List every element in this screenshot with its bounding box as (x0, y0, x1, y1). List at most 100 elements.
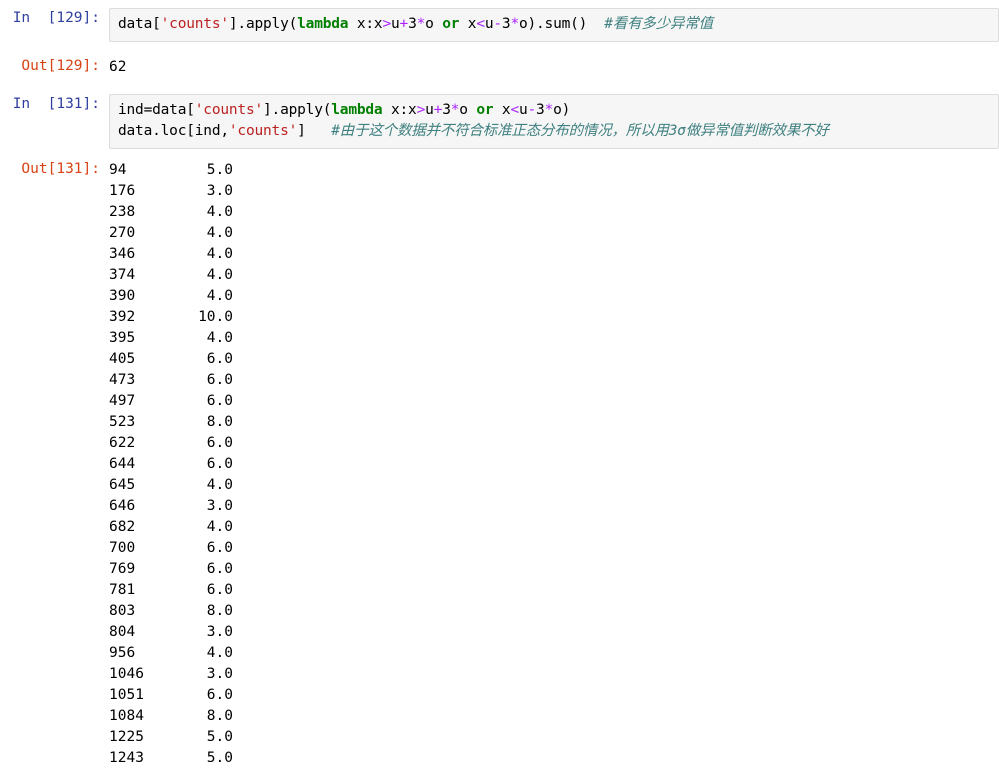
series-value: 6.0 (206, 582, 233, 598)
series-value: 8.0 (206, 414, 233, 430)
code-token-plain: 3 (536, 102, 545, 118)
series-value: 3.0 (206, 624, 233, 640)
code-token-plain: o).sum() (518, 16, 605, 32)
series-value: 5.0 (206, 729, 233, 745)
series-row: 497 6.0 (109, 391, 999, 412)
series-value: 6.0 (206, 393, 233, 409)
code-token-op: > (416, 102, 426, 118)
code-token-str: 'counts' (194, 102, 264, 118)
series-index: 1046 (109, 666, 144, 682)
code-token-op: * (544, 102, 554, 118)
output-area-129: 62 (109, 56, 999, 78)
code-line[interactable]: data.loc[ind,'counts'] #由于这个数据并不符合标准正态分布… (118, 121, 990, 142)
code-token-op: < (510, 102, 519, 118)
series-row: 804 3.0 (109, 622, 999, 643)
series-row: 803 8.0 (109, 601, 999, 622)
series-index: 395 (109, 330, 136, 346)
series-index: 405 (109, 351, 136, 367)
code-editor-129[interactable]: data['counts'].apply(lambda x:x>u+3*o or… (109, 8, 999, 42)
series-value: 3.0 (206, 498, 233, 514)
series-value: 4.0 (206, 288, 233, 304)
series-row: 1046 3.0 (109, 664, 999, 685)
series-index: 769 (109, 561, 136, 577)
code-token-plain: 3 (442, 102, 451, 118)
code-token-plain: ].apply( (263, 102, 332, 118)
code-cell-in-129[interactable]: In [129]: data['counts'].apply(lambda x:… (0, 8, 999, 42)
series-row: 1243 5.0 (109, 748, 999, 769)
series-index: 270 (109, 225, 136, 241)
series-row: 176 3.0 (109, 181, 999, 202)
series-row: 646 3.0 (109, 496, 999, 517)
code-token-kw: or (476, 102, 494, 118)
series-index: 176 (109, 183, 136, 199)
series-row: 395 4.0 (109, 328, 999, 349)
series-value: 6.0 (206, 561, 233, 577)
series-row: 392 10.0 (109, 307, 999, 328)
code-token-op: * (510, 16, 519, 32)
code-editor-131[interactable]: ind=data['counts'].apply(lambda x:x>u+3*… (109, 94, 999, 149)
series-index: 1084 (109, 708, 144, 724)
series-index: 781 (109, 582, 136, 598)
series-row: 523 8.0 (109, 412, 999, 433)
output-area-131: 94 5.0 176 3.0 238 4.0 270 4.0 346 4.0 374 4.0 390 4.… (109, 159, 999, 769)
series-index: 238 (109, 204, 136, 220)
series-row: 374 4.0 (109, 265, 999, 286)
code-token-kw: lambda (331, 102, 383, 118)
prompt-out-129: Out[129]: (21, 58, 100, 74)
series-value: 6.0 (206, 456, 233, 472)
code-token-str: 'counts' (228, 123, 298, 139)
code-token-kw: lambda (297, 16, 349, 32)
top-spacer (0, 0, 999, 8)
series-row: 644 6.0 (109, 454, 999, 475)
series-row: 94 5.0 (109, 160, 999, 181)
code-token-plain: u (425, 102, 434, 118)
code-token-op: * (416, 16, 426, 32)
output-cell-out-129: Out[129]: 62 (0, 56, 999, 78)
series-index: 682 (109, 519, 136, 535)
code-token-plain: u (518, 102, 528, 118)
series-row: 645 4.0 (109, 475, 999, 496)
series-row: 956 4.0 (109, 643, 999, 664)
series-value: 4.0 (206, 225, 233, 241)
code-token-op: * (450, 102, 460, 118)
series-index: 390 (109, 288, 136, 304)
series-value: 4.0 (206, 204, 233, 220)
series-index: 374 (109, 267, 136, 283)
series-row: 270 4.0 (109, 223, 999, 244)
series-index: 700 (109, 540, 136, 556)
code-token-op: > (382, 16, 391, 32)
code-token-plain: o (425, 16, 443, 32)
series-value: 6.0 (206, 540, 233, 556)
code-token-str: 'counts' (160, 16, 229, 32)
code-token-op: - (527, 102, 537, 118)
series-value: 8.0 (206, 603, 233, 619)
series-value: 4.0 (206, 267, 233, 283)
notebook-container: In [129]: data['counts'].apply(lambda x:… (0, 0, 999, 769)
series-value: 4.0 (206, 246, 233, 262)
prompt-out-131: Out[131]: (21, 161, 100, 177)
series-value: 10.0 (198, 309, 233, 325)
series-value: 6.0 (206, 435, 233, 451)
code-line[interactable]: data['counts'].apply(lambda x:x>u+3*o or… (118, 14, 990, 35)
code-token-plain: x:x (348, 16, 383, 32)
code-token-op: + (399, 16, 409, 32)
series-value: 3.0 (206, 183, 233, 199)
series-index: 392 (109, 309, 136, 325)
code-token-com: #看有多少异常值 (604, 16, 713, 32)
code-cell-in-131[interactable]: In [131]: ind=data['counts'].apply(lambd… (0, 94, 999, 149)
code-token-plain: data[ (118, 16, 161, 32)
series-row: 1225 5.0 (109, 727, 999, 748)
series-row: 1084 8.0 (109, 706, 999, 727)
series-row: 346 4.0 (109, 244, 999, 265)
code-token-plain: x (493, 102, 511, 118)
series-index: 1225 (109, 729, 144, 745)
series-index: 956 (109, 645, 136, 661)
series-value: 5.0 (206, 750, 233, 766)
series-row: 769 6.0 (109, 559, 999, 580)
series-index: 804 (109, 624, 136, 640)
series-value: 5.0 (206, 162, 233, 178)
series-row: 405 6.0 (109, 349, 999, 370)
series-value: 3.0 (206, 666, 233, 682)
code-line[interactable]: ind=data['counts'].apply(lambda x:x>u+3*… (118, 100, 990, 121)
series-value: 4.0 (206, 477, 233, 493)
